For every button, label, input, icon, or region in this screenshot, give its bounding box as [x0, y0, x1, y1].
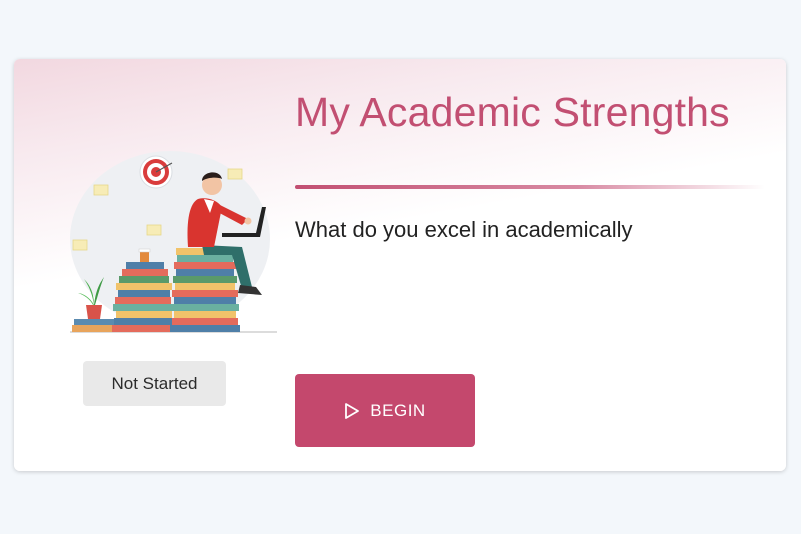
- title-divider: [295, 185, 765, 189]
- activity-description: What do you excel in academically: [295, 217, 633, 242]
- activity-card: Not Started My Academic Strengths What d…: [14, 59, 786, 471]
- status-badge: Not Started: [83, 361, 226, 406]
- play-icon: [344, 402, 360, 420]
- begin-button-label: BEGIN: [370, 400, 426, 420]
- begin-button[interactable]: BEGIN: [295, 374, 475, 447]
- page-title: My Academic Strengths: [295, 89, 730, 135]
- student-on-books-illustration: [52, 147, 277, 339]
